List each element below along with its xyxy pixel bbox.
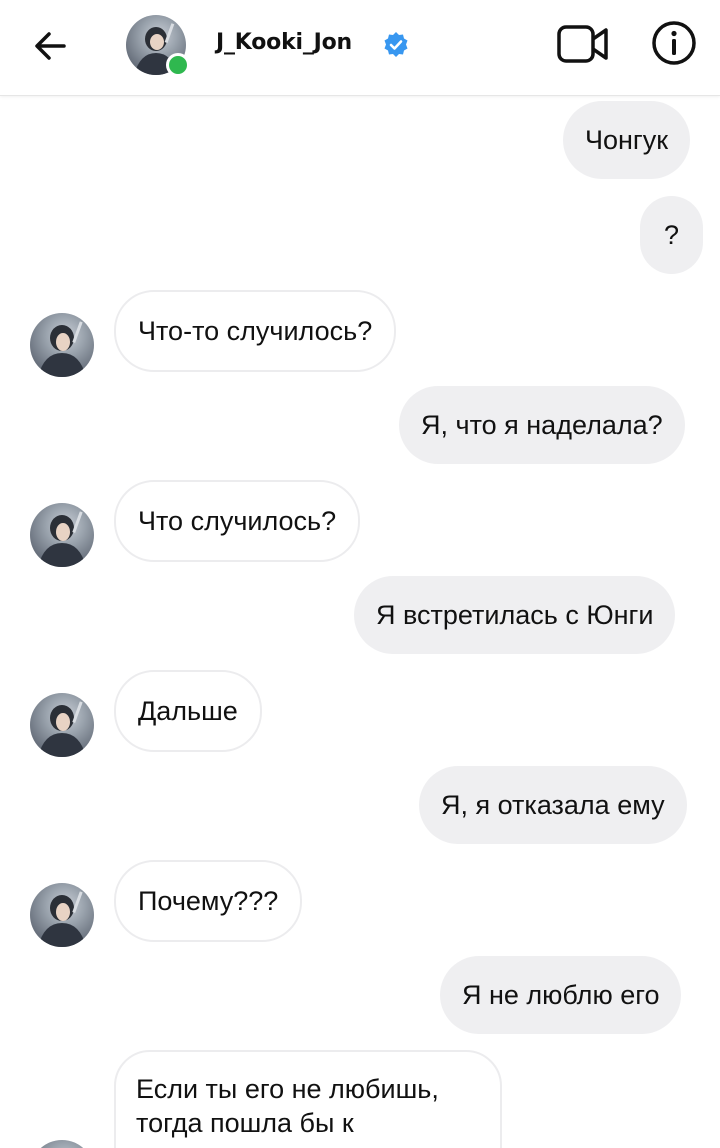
sender-avatar[interactable] (30, 883, 94, 947)
chat-username[interactable]: J_Kooki_Jon (216, 30, 352, 55)
sender-avatar[interactable] (30, 1140, 94, 1148)
profile-avatar[interactable] (126, 15, 190, 77)
sender-avatar[interactable] (30, 503, 94, 567)
message-bubble-incoming[interactable]: Что-то случилось? (114, 290, 397, 372)
video-call-button[interactable] (556, 22, 610, 66)
message-bubble-incoming[interactable]: Почему??? (114, 860, 303, 942)
info-icon (652, 21, 696, 65)
message-bubble-incoming[interactable]: Дальше (114, 670, 262, 752)
video-camera-icon (557, 25, 608, 63)
sender-avatar[interactable] (30, 313, 94, 377)
message-bubble-outgoing[interactable]: Я не люблю его (440, 956, 682, 1034)
verified-badge-icon (384, 32, 408, 57)
message-bubble-outgoing[interactable]: Я, что я наделала? (399, 386, 685, 464)
message-bubble-outgoing[interactable]: Чонгук (563, 101, 691, 179)
back-button[interactable] (28, 24, 72, 68)
message-bubble-outgoing[interactable]: Я, я отказала ему (419, 766, 687, 844)
arrow-left-icon (35, 32, 66, 60)
sender-avatar[interactable] (30, 693, 94, 757)
message-bubble-outgoing[interactable]: ? (640, 196, 704, 274)
message-bubble-incoming[interactable]: Что случилось? (114, 480, 361, 562)
message-bubble-outgoing[interactable]: Я встретилась с Юнги (354, 576, 676, 654)
info-button[interactable] (651, 20, 697, 66)
online-status-dot (166, 53, 190, 77)
message-bubble-incoming[interactable]: Если ты его не любишь, тогда пошла бы к (114, 1050, 502, 1148)
chat-header: J_Kooki_Jon (0, 0, 720, 96)
